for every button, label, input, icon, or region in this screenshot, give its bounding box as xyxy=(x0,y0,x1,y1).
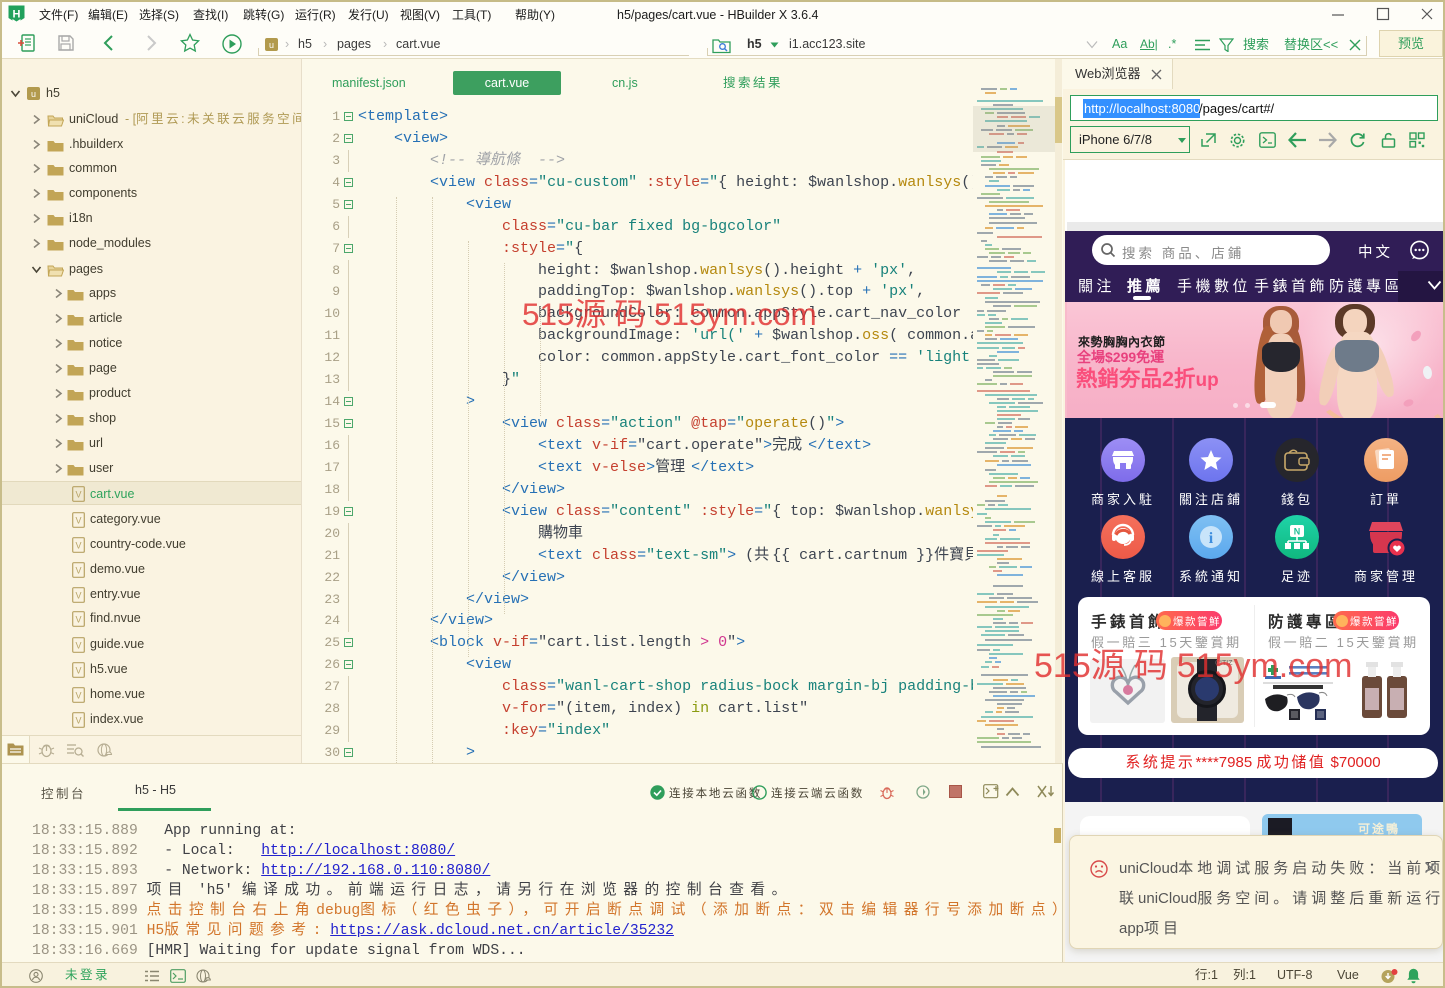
svg-text:V: V xyxy=(75,566,81,576)
svg-text:u: u xyxy=(31,89,36,99)
svg-text:V: V xyxy=(75,591,81,601)
svg-text:V: V xyxy=(75,666,81,676)
svg-text:V: V xyxy=(75,716,81,726)
svg-text:u: u xyxy=(269,40,274,50)
svg-text:i: i xyxy=(1209,530,1214,547)
svg-text:V: V xyxy=(75,516,81,526)
svg-text:V: V xyxy=(75,541,81,551)
svg-text:N: N xyxy=(1294,527,1301,537)
svg-text:H: H xyxy=(13,9,21,21)
svg-text:V: V xyxy=(75,615,81,625)
svg-text:V: V xyxy=(75,641,81,651)
svg-text:V: V xyxy=(75,691,81,701)
svg-text:V: V xyxy=(75,490,81,500)
